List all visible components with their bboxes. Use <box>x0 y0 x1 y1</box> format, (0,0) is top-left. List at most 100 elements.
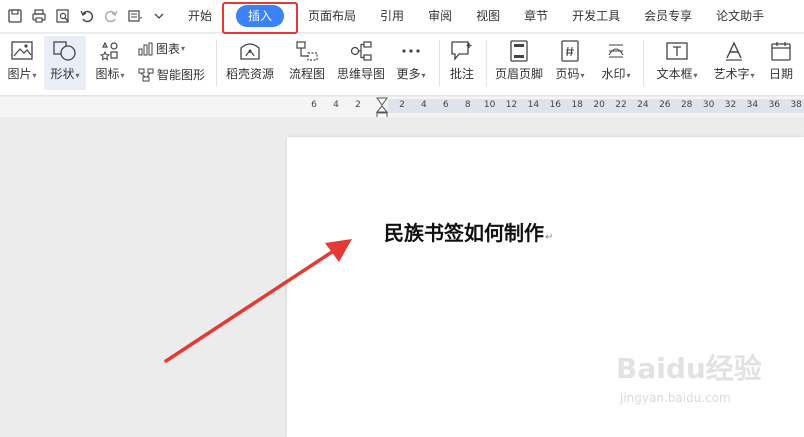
ribbon-separator <box>439 40 440 86</box>
tab-label: 审阅 <box>428 9 453 23</box>
tab-8[interactable]: 会员专享 <box>632 0 704 32</box>
tab-label: 章节 <box>524 9 549 23</box>
textbox-button[interactable]: 文本框▾ <box>650 36 704 90</box>
ruler-tick: 2 <box>355 100 361 110</box>
more-button[interactable]: 更多▾ <box>392 36 430 90</box>
ribbon-separator <box>216 40 217 86</box>
picture-icon <box>11 36 33 66</box>
page-number-button[interactable]: 页码▾ <box>550 36 590 90</box>
tab-9[interactable]: 论文助手 <box>704 0 776 32</box>
smart-graphic-icon <box>138 68 154 81</box>
tab-2[interactable]: 页面布局 <box>296 0 368 32</box>
tab-label: 视图 <box>476 9 501 23</box>
picture-label: 图片 <box>7 67 32 81</box>
ruler-tick: 2 <box>399 100 405 110</box>
tab-7[interactable]: 开发工具 <box>560 0 632 32</box>
resources-icon <box>238 36 262 66</box>
chart-icon <box>138 42 153 55</box>
header-footer-button[interactable]: 页眉页脚 <box>492 36 546 90</box>
tab-1[interactable]: 插入 <box>222 0 299 34</box>
page-number-icon <box>560 36 580 66</box>
ruler-tick: 6 <box>442 100 449 110</box>
more-icon <box>400 36 422 66</box>
print-preview-icon[interactable] <box>52 5 74 27</box>
comment-label: 批注 <box>449 67 474 81</box>
resources-button[interactable]: 稻壳资源 <box>222 36 278 90</box>
tab-label: 开发工具 <box>572 9 621 23</box>
ruler-tick: 8 <box>464 100 471 110</box>
flowchart-label: 流程图 <box>288 67 325 81</box>
tab-label: 引用 <box>380 9 405 23</box>
document-heading[interactable]: 民族书签如何制作↵ <box>384 217 553 246</box>
mindmap-button[interactable]: 思维导图 <box>334 36 388 90</box>
ruler-tick: 28 <box>680 100 693 110</box>
ruler-tick: 22 <box>615 100 627 110</box>
tab-3[interactable]: 引用 <box>368 0 416 32</box>
ruler-tick: 24 <box>637 100 649 110</box>
resources-label: 稻壳资源 <box>225 67 274 81</box>
indent-marker-icon[interactable] <box>376 97 388 119</box>
watermark-button[interactable]: 水印▾ <box>596 36 636 90</box>
ruler-tick: 36 <box>768 100 781 110</box>
watermark-label: 水印 <box>601 67 626 81</box>
chart-label: 图表 <box>156 42 181 56</box>
header-footer-icon <box>509 36 529 66</box>
tab-active-label: 插入 <box>236 5 285 27</box>
flowchart-icon <box>295 36 319 66</box>
textbox-icon <box>665 36 689 66</box>
calendar-icon <box>770 36 792 66</box>
tab-4[interactable]: 审阅 <box>416 0 464 32</box>
mindmap-label: 思维导图 <box>336 67 385 81</box>
date-button[interactable]: 日期 <box>764 36 798 90</box>
tab-label: 会员专享 <box>644 9 693 23</box>
ruler-tick: 10 <box>483 100 496 110</box>
ruler-tick: 6 <box>311 100 317 110</box>
ruler-tick: 14 <box>527 100 540 110</box>
ruler-tick: 18 <box>571 100 583 110</box>
tab-5[interactable]: 视图 <box>464 0 512 32</box>
comment-button[interactable]: 批注 <box>444 36 480 90</box>
horizontal-ruler[interactable]: 6 4 2 2 4 6 8 10 12 14 16 18 20 22 24 26 28 30 32 34 36 38 <box>0 97 804 119</box>
print-icon[interactable] <box>28 5 50 27</box>
wordart-icon <box>723 36 745 66</box>
mindmap-icon <box>349 36 373 66</box>
tab-6[interactable]: 章节 <box>512 0 560 32</box>
smart-graphic-button[interactable]: 智能图形 <box>138 66 205 83</box>
shape-button[interactable]: 形状▾ <box>44 36 86 90</box>
shape-icon <box>52 36 78 66</box>
ruler-tick: 12 <box>505 100 518 110</box>
tab-label: 页面布局 <box>308 9 357 23</box>
chart-button[interactable]: 图表 ▾ <box>138 40 185 57</box>
icon-label: 图标 <box>95 67 120 81</box>
menu-tab-bar: 开始 插入 页面布局 引用 审阅 视图 章节 开发工具 会员专享 论文助手 <box>0 0 804 34</box>
document-page[interactable]: 民族书签如何制作↵ <box>287 137 804 437</box>
wordart-button[interactable]: 艺术字▾ <box>708 36 760 90</box>
undo-icon[interactable] <box>76 5 98 27</box>
ribbon-tabs: 开始 插入 页面布局 引用 审阅 视图 章节 开发工具 会员专享 论文助手 <box>176 0 776 34</box>
ruler-tick: 26 <box>659 100 671 110</box>
paragraph-mark-icon: ↵ <box>545 232 554 243</box>
flowchart-button[interactable]: 流程图 <box>286 36 328 90</box>
picture-button[interactable]: 图片▾ <box>4 36 40 90</box>
insert-ribbon: 图片▾ 形状▾ 图标▾ 图表 ▾ 智能图形 稻壳资源 流程图 思维导图 更多▾ … <box>0 34 804 96</box>
quick-access-toolbar <box>0 0 172 32</box>
document-canvas[interactable]: 民族书签如何制作↵ <box>0 117 804 437</box>
redo-icon[interactable] <box>100 5 122 27</box>
save-icon[interactable] <box>4 5 26 27</box>
header-footer-label: 页眉页脚 <box>494 67 543 81</box>
ribbon-separator <box>486 40 487 86</box>
tab-label: 论文助手 <box>716 9 765 23</box>
ruler-tick: 20 <box>593 100 605 110</box>
more-quick-actions-icon[interactable] <box>148 5 170 27</box>
date-label: 日期 <box>768 67 793 81</box>
format-painter-icon[interactable] <box>124 5 146 27</box>
tab-0[interactable]: 开始 <box>176 0 224 32</box>
ruler-tick: 30 <box>702 100 715 110</box>
ruler-tick: 4 <box>333 100 339 110</box>
ribbon-separator <box>643 40 644 86</box>
tab-label: 开始 <box>188 9 213 23</box>
icon-button[interactable]: 图标▾ <box>92 36 128 90</box>
comment-icon <box>450 36 474 66</box>
ruler-tick: 38 <box>790 100 802 110</box>
more-label: 更多 <box>396 67 421 81</box>
